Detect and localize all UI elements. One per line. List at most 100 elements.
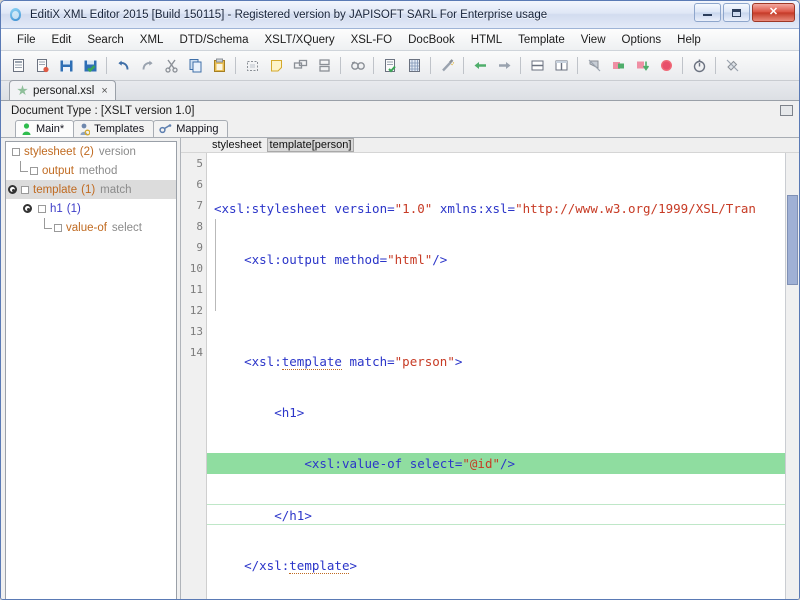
line-number: 11 (181, 279, 203, 300)
code-line-7[interactable] (207, 300, 785, 321)
menu-xml[interactable]: XML (132, 31, 172, 49)
tree-node-name: h1 (50, 203, 63, 215)
duplicate-icon[interactable] (289, 55, 311, 77)
tree-node-name: stylesheet (24, 146, 76, 158)
document-tab-personal-xsl[interactable]: personal.xsl × (9, 80, 116, 100)
tree-node-attr: match (95, 184, 131, 196)
bookmark-icon[interactable] (583, 55, 605, 77)
tab-templates[interactable]: Templates (73, 120, 154, 137)
line-number: 10 (181, 258, 203, 279)
tab-mapping[interactable]: Mapping (153, 120, 228, 137)
code-line-10[interactable]: <xsl:value-of select="@id"/> (207, 453, 785, 474)
comment-icon[interactable] (265, 55, 287, 77)
tree-node-h1[interactable]: h1 (1) (6, 199, 176, 218)
redo-icon[interactable] (136, 55, 158, 77)
timer-icon[interactable] (688, 55, 710, 77)
tree-node-value-of[interactable]: value-of select (6, 218, 176, 237)
menu-template[interactable]: Template (510, 31, 573, 49)
horizontal-split-icon[interactable] (526, 55, 548, 77)
toolbar-separator (520, 57, 521, 74)
maximize-button[interactable] (723, 3, 750, 22)
tree-node-template[interactable]: template (1) match (6, 180, 176, 199)
menu-bar: File Edit Search XML DTD/Schema XSLT/XQu… (1, 29, 799, 51)
tree-branch-line (41, 218, 54, 237)
scrollbar-thumb[interactable] (787, 195, 798, 285)
window-title: EditiX XML Editor 2015 [Build 150115] - … (30, 9, 547, 21)
toolbar-separator (715, 57, 716, 74)
save-icon[interactable] (55, 55, 77, 77)
menu-html[interactable]: HTML (463, 31, 510, 49)
xslt-outline-tree[interactable]: stylesheet (2) version output method (5, 141, 177, 600)
breadcrumb-item-stylesheet[interactable]: stylesheet (210, 139, 264, 151)
close-icon[interactable]: × (99, 85, 107, 97)
code-line-9[interactable]: <h1> (207, 402, 785, 423)
close-button[interactable]: ✕ (752, 3, 795, 22)
tab-main[interactable]: Main* (15, 120, 74, 137)
collapse-handle-icon[interactable] (8, 185, 17, 194)
record-icon[interactable] (655, 55, 677, 77)
apply-xslt-icon[interactable] (607, 55, 629, 77)
toolbar-separator (106, 57, 107, 74)
menu-docbook[interactable]: DocBook (400, 31, 463, 49)
tree-node-count: (1) (77, 184, 95, 196)
menu-xslt-xquery[interactable]: XSLT/XQuery (256, 31, 342, 49)
toolbar-separator (463, 57, 464, 74)
new-from-template-icon[interactable] (31, 55, 53, 77)
menu-edit[interactable]: Edit (44, 31, 80, 49)
split-icon[interactable] (313, 55, 335, 77)
code-lines[interactable]: <xsl:stylesheet version="1.0" xmlns:xsl=… (207, 153, 785, 600)
favorite-star-icon (17, 85, 28, 96)
menu-search[interactable]: Search (79, 31, 131, 49)
minimize-button[interactable] (694, 3, 721, 22)
editor-vertical-scrollbar[interactable] (785, 153, 799, 600)
grid-view-icon[interactable] (403, 55, 425, 77)
copy-icon[interactable] (184, 55, 206, 77)
menu-xsl-fo[interactable]: XSL-FO (343, 31, 401, 49)
node-box-icon (12, 148, 20, 156)
outline-column: stylesheet (2) version output method (1, 138, 181, 600)
title-bar: EditiX XML Editor 2015 [Build 150115] - … (1, 1, 799, 29)
select-block-icon[interactable] (241, 55, 263, 77)
breadcrumb-item-template[interactable]: template[person] (267, 138, 355, 152)
toolbar-separator (682, 57, 683, 74)
menu-help[interactable]: Help (669, 31, 709, 49)
format-wand-icon[interactable] (436, 55, 458, 77)
document-type-label: Document Type : [XSLT version 1.0] (11, 105, 194, 117)
node-box-icon (21, 186, 29, 194)
code-scroll-area[interactable]: 5 6 7 8 9 10 11 12 13 14 <xsl:styl (181, 153, 799, 600)
menu-view[interactable]: View (573, 31, 614, 49)
run-transform-icon[interactable] (631, 55, 653, 77)
line-number: 12 (181, 300, 203, 321)
restore-panel-icon[interactable] (780, 105, 793, 116)
code-line-5[interactable]: <xsl:stylesheet version="1.0" xmlns:xsl=… (207, 198, 785, 219)
forward-arrow-icon[interactable] (493, 55, 515, 77)
paint-icon[interactable] (721, 55, 743, 77)
collapse-handle-icon[interactable] (23, 204, 32, 213)
validate-icon[interactable] (379, 55, 401, 77)
new-document-icon[interactable] (7, 55, 29, 77)
vertical-split-icon[interactable] (550, 55, 572, 77)
tree-node-name: value-of (66, 222, 107, 234)
code-line-8[interactable]: <xsl:template match="person"> (207, 351, 785, 372)
tree-node-count: (1) (63, 203, 81, 215)
code-line-12[interactable]: </xsl:template> (207, 555, 785, 576)
xslt-code-editor[interactable]: stylesheet template[person] 5 6 7 8 9 10… (181, 138, 799, 600)
tree-node-name: template (33, 184, 77, 196)
paste-icon[interactable] (208, 55, 230, 77)
menu-options[interactable]: Options (614, 31, 670, 49)
tab-mapping-label: Mapping (176, 123, 218, 135)
menu-file[interactable]: File (9, 31, 44, 49)
undo-icon[interactable] (112, 55, 134, 77)
node-box-icon (38, 205, 46, 213)
tree-node-stylesheet[interactable]: stylesheet (2) version (6, 142, 176, 161)
cut-icon[interactable] (160, 55, 182, 77)
save-validated-icon[interactable] (79, 55, 101, 77)
app-logo-icon (8, 7, 24, 23)
tree-node-output[interactable]: output method (6, 161, 176, 180)
menu-dtd-schema[interactable]: DTD/Schema (171, 31, 256, 49)
code-line-6[interactable]: <xsl:output method="html"/> (207, 249, 785, 270)
find-icon[interactable] (346, 55, 368, 77)
xslt-editor-pane: Document Type : [XSLT version 1.0] Main*… (1, 101, 799, 600)
code-line-11[interactable]: </h1> (207, 504, 785, 525)
back-arrow-icon[interactable] (469, 55, 491, 77)
